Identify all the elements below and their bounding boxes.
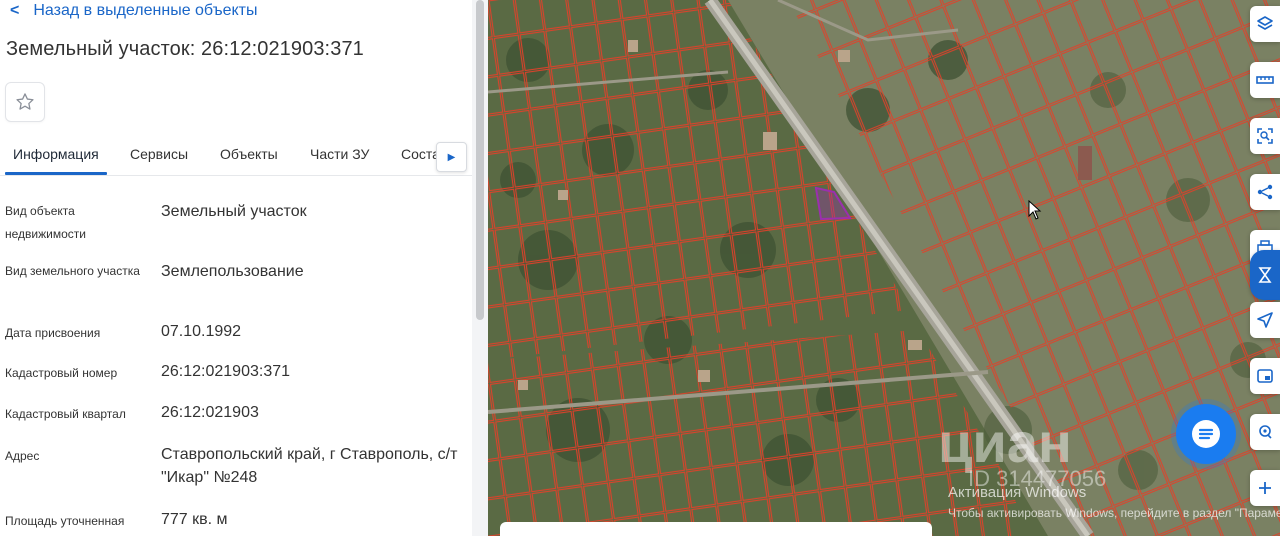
field-label: Адрес (5, 449, 40, 463)
info-panel: < Назад в выделенные объекты Земельный у… (0, 0, 488, 536)
chat-icon (1192, 420, 1220, 448)
field-value: Земельный участок (161, 203, 307, 220)
fullscreen-button[interactable] (1250, 358, 1280, 394)
chat-button[interactable] (1176, 404, 1236, 464)
field-value: Ставропольский край, г Ставрополь, с/т "… (161, 446, 458, 486)
locate-button[interactable] (1250, 414, 1280, 450)
windows-activation-text: Чтобы активировать Windows, перейдите в … (948, 506, 1280, 520)
field-label: Дата присвоения (5, 326, 101, 340)
caret-right-icon: ▶ (447, 151, 456, 163)
share-button[interactable] (1250, 174, 1280, 210)
select-area-icon (1257, 128, 1273, 144)
cadastral-map[interactable]: циан ID 314477056 Активация Windows Чтоб… (488, 0, 1280, 536)
page-title: Земельный участок: 26:12:021903:371 (6, 38, 364, 60)
locate-icon (1259, 425, 1272, 439)
satellite-map-layer (488, 0, 1280, 536)
back-link-label: Назад в выделенные объекты (33, 2, 258, 19)
select-area-button[interactable] (1250, 118, 1280, 154)
share-icon (1257, 184, 1273, 200)
back-link[interactable]: < Назад в выделенные объекты (10, 0, 257, 22)
favorite-button[interactable] (5, 82, 45, 122)
navigate-button[interactable] (1250, 302, 1280, 338)
field-value: Землепользование (161, 263, 304, 280)
tab-info[interactable]: Информация (13, 146, 99, 162)
tab-composition[interactable]: Соста (401, 146, 440, 162)
ruler-icon (1256, 76, 1274, 84)
navigate-icon (1257, 312, 1273, 328)
active-tab-indicator (5, 172, 107, 175)
zoom-in-button[interactable] (1250, 470, 1280, 506)
windows-activation-title: Активация Windows (948, 484, 1087, 501)
tab-objects[interactable]: Объекты (220, 146, 278, 162)
field-label: Вид объекта недвижимости (5, 204, 86, 241)
layers-icon (1257, 16, 1273, 30)
tab-bar: Информация Сервисы Объекты Части ЗУ Сост… (0, 134, 472, 176)
panel-scrollbar-thumb[interactable] (476, 0, 484, 320)
field-label: Кадастровый квартал (5, 407, 126, 421)
field-label: Вид земельного участка (5, 264, 140, 278)
ruler-button[interactable] (1250, 62, 1280, 98)
zoom-in-icon (1259, 482, 1271, 494)
field-value: 26:12:021903 (161, 404, 259, 421)
mouse-cursor-icon (1028, 200, 1042, 220)
tab-services[interactable]: Сервисы (130, 146, 188, 162)
hourglass-icon (1258, 267, 1272, 283)
field-value: 777 кв. м (161, 511, 228, 528)
field-value: 07.10.1992 (161, 323, 242, 340)
layers-button[interactable] (1250, 6, 1280, 42)
field-label: Площадь уточненная (5, 514, 125, 528)
bottom-sheet[interactable] (500, 522, 932, 536)
filter-toggle-button[interactable] (1250, 250, 1280, 300)
field-label: Кадастровый номер (5, 366, 118, 380)
star-icon (16, 93, 34, 110)
chevron-left-icon: < (10, 2, 20, 19)
fullscreen-icon (1257, 369, 1273, 383)
tab-parts[interactable]: Части ЗУ (310, 146, 369, 162)
field-value: 26:12:021903:371 (161, 363, 291, 380)
tabs-scroll-right-button[interactable]: ▶ (436, 142, 467, 172)
